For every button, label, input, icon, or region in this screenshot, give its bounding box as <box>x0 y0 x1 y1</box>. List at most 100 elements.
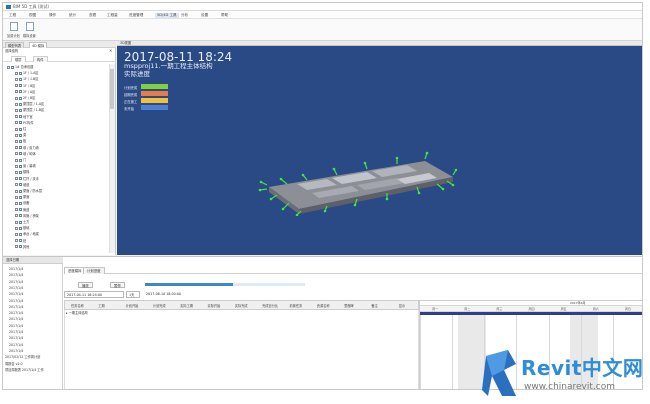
column-header[interactable]: 工期 <box>98 303 104 308</box>
tree-node[interactable]: 1F / 1-A区 <box>15 70 38 76</box>
checkbox[interactable] <box>19 152 22 156</box>
tree-node[interactable]: 2F / A区 <box>15 89 35 95</box>
column-header[interactable]: 显示 <box>399 303 405 308</box>
menu-item[interactable]: 5D/4D 工具 <box>155 13 179 18</box>
tree-node[interactable]: 坡道 <box>15 182 29 188</box>
list-item[interactable]: 2017/1/4 <box>9 342 23 348</box>
tree-node[interactable]: 1F / 1-B区 <box>15 76 38 82</box>
list-item[interactable]: 2017/1/4 <box>9 304 23 310</box>
checkbox[interactable] <box>19 177 22 181</box>
list-item[interactable]: 周报告 v2.0 <box>5 361 23 367</box>
simulation-settings-button[interactable]: 模拟设置 <box>23 21 37 39</box>
tree-node[interactable]: 桩 <box>15 238 26 244</box>
checkbox[interactable] <box>19 226 22 230</box>
expand-icon[interactable] <box>7 65 10 69</box>
column-header[interactable]: 实际开始 <box>208 303 221 308</box>
expand-icon[interactable] <box>15 115 18 119</box>
tab-components[interactable]: 构件 <box>33 56 48 62</box>
menu-item[interactable]: 查看 <box>89 13 96 18</box>
checkbox[interactable] <box>19 170 22 174</box>
column-header[interactable]: 计划开始 <box>126 303 139 308</box>
checkbox[interactable] <box>19 90 22 94</box>
checkbox[interactable] <box>19 208 22 212</box>
tree-node[interactable]: 2F / B区 <box>15 95 35 101</box>
checkbox[interactable] <box>19 214 22 218</box>
menu-item[interactable]: 操作 <box>49 13 56 18</box>
tree-node[interactable]: 屋顶层 / 1-B区 <box>15 107 44 113</box>
column-header[interactable]: 任务名称 <box>71 303 84 308</box>
list-item[interactable]: 2017/1/4 <box>9 285 23 291</box>
expand-icon[interactable] <box>15 226 18 230</box>
list-item[interactable]: 2017/1/4 <box>9 329 23 335</box>
tree-node[interactable]: PC构件 <box>15 120 34 126</box>
list-item[interactable]: 2017/1/4 <box>9 272 23 278</box>
checkbox[interactable] <box>19 146 22 150</box>
expand-icon[interactable] <box>15 232 18 236</box>
3d-viewport[interactable]: 2017-08-11 18:24 mspproj11.一期工程主体结构 实际进度… <box>117 46 642 255</box>
tree-node[interactable]: 基础 <box>15 225 29 231</box>
expand-icon[interactable] <box>15 108 18 112</box>
menu-item[interactable]: 帮助 <box>221 13 228 18</box>
expand-icon[interactable] <box>15 121 18 125</box>
expand-icon[interactable] <box>15 71 18 75</box>
checkbox[interactable] <box>19 133 22 137</box>
tree-node[interactable]: 1F / B区 <box>15 83 35 89</box>
checkbox[interactable] <box>19 96 22 100</box>
column-header[interactable]: 实际完成 <box>235 303 248 308</box>
expand-icon[interactable] <box>15 127 18 131</box>
checkbox[interactable] <box>19 164 22 168</box>
tree-node[interactable]: 设备 <box>15 200 29 206</box>
menu-item[interactable]: 分析 <box>181 13 188 18</box>
list-item[interactable]: 2017/1/4 <box>9 335 23 341</box>
tree-node[interactable]: 屋顶层 / 1-A区 <box>15 101 44 107</box>
expand-icon[interactable] <box>15 96 18 100</box>
checkbox[interactable] <box>19 127 22 131</box>
expand-icon[interactable] <box>15 90 18 94</box>
column-header[interactable]: 完成百分比 <box>262 303 278 308</box>
tree-node[interactable]: 墙 / 砌体 <box>15 151 36 157</box>
checkbox[interactable] <box>19 77 22 81</box>
checkbox[interactable] <box>19 115 22 119</box>
checkbox[interactable] <box>19 71 22 75</box>
list-item[interactable]: 2017/1/4 <box>9 266 23 272</box>
tree-node[interactable]: 承台 / 地梁 <box>15 231 39 237</box>
expand-icon[interactable] <box>15 77 18 81</box>
menu-item[interactable]: 统计 <box>69 13 76 18</box>
column-header[interactable]: 资源名称 <box>317 303 330 308</box>
expand-icon[interactable] <box>15 220 18 224</box>
tree-scroll-thumb[interactable] <box>110 69 114 109</box>
tree-node[interactable]: 墙 / 剪力墙 <box>15 145 39 151</box>
expand-icon[interactable] <box>15 239 18 243</box>
list-item[interactable]: 2017/1/4 <box>9 298 23 304</box>
expand-icon[interactable] <box>15 133 18 137</box>
checkbox[interactable] <box>19 121 22 125</box>
menu-item[interactable]: 工程量 <box>107 13 118 18</box>
checkbox[interactable] <box>19 158 22 162</box>
tree-node[interactable]: 风管 / 桥架 <box>15 213 39 219</box>
tab-3d-view[interactable]: 3D视图 <box>120 41 131 45</box>
start-date-field[interactable]: 2017-04-11 18:24:00 <box>64 291 124 298</box>
expand-icon[interactable] <box>15 208 18 212</box>
list-item[interactable]: 2017/1/4 <box>9 323 23 329</box>
expand-icon[interactable] <box>15 214 18 218</box>
load-plan-button[interactable]: 加载计划 <box>7 21 21 39</box>
tree-node[interactable]: 板 <box>15 138 26 144</box>
tree-node[interactable]: 窗 / 幕墙 <box>15 163 36 169</box>
close-icon[interactable]: × <box>109 49 112 53</box>
expand-icon[interactable] <box>15 177 18 181</box>
expand-icon[interactable] <box>15 183 18 187</box>
column-header[interactable]: 前置任务 <box>289 303 302 308</box>
checkbox[interactable] <box>19 201 22 205</box>
building-model[interactable] <box>257 151 457 216</box>
list-item[interactable]: 2017/02/12 工作周计划 <box>5 354 40 360</box>
expand-icon[interactable] <box>15 102 18 106</box>
expand-icon[interactable] <box>15 84 18 88</box>
column-header[interactable]: 实际工期 <box>180 303 193 308</box>
list-item[interactable]: 2017/1/4 <box>9 316 23 322</box>
checkbox[interactable] <box>19 108 22 112</box>
expand-icon[interactable] <box>15 164 18 168</box>
expand-icon[interactable] <box>15 170 18 174</box>
tab-model-list[interactable]: 模型列表 <box>5 42 25 48</box>
expand-icon[interactable] <box>15 158 18 162</box>
checkbox[interactable] <box>19 84 22 88</box>
